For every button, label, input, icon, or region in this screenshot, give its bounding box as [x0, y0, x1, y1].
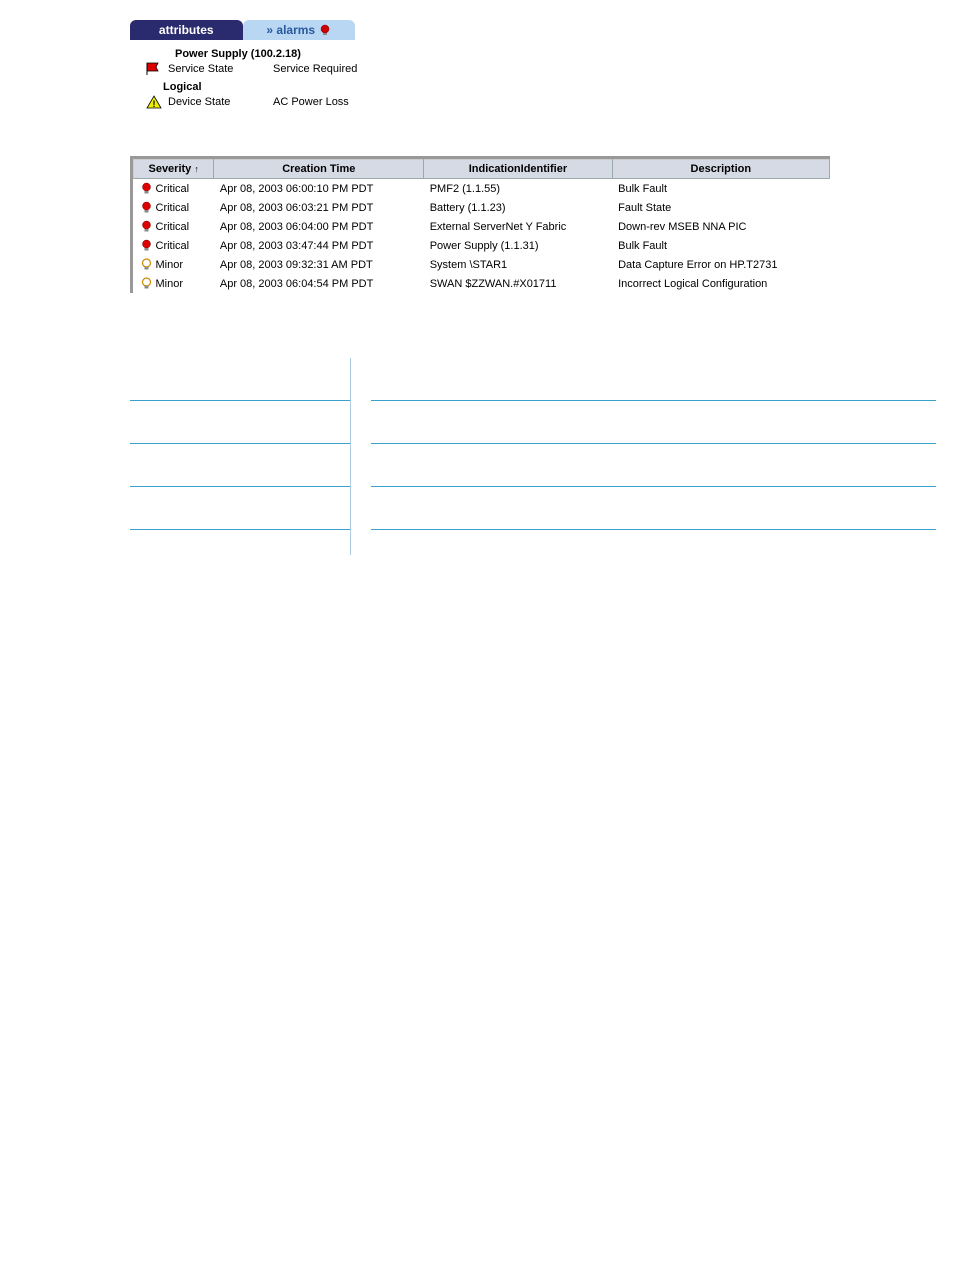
col-severity[interactable]: Severity ↑ [134, 160, 214, 179]
alarm-row[interactable]: Critical Apr 08, 2003 06:04:00 PM PDTExte… [134, 217, 830, 236]
indication-id-cell: PMF2 (1.1.55) [424, 179, 612, 199]
severity-icon [140, 201, 153, 214]
device-state-label: Device State [168, 96, 273, 108]
severity-text: Critical [156, 240, 190, 252]
severity-text: Minor [156, 259, 184, 271]
description-cell: Bulk Fault [612, 236, 829, 255]
severity-icon [140, 220, 153, 233]
warning-icon: ! [145, 95, 163, 109]
svg-text:!: ! [153, 99, 156, 109]
tab-attributes[interactable]: attributes [130, 20, 243, 40]
indication-id-cell: System \STAR1 [424, 255, 612, 274]
creation-time-cell: Apr 08, 2003 06:04:54 PM PDT [214, 274, 424, 293]
creation-time-cell: Apr 08, 2003 06:04:00 PM PDT [214, 217, 424, 236]
creation-time-cell: Apr 08, 2003 06:00:10 PM PDT [214, 179, 424, 199]
tabs-bar: attributes » alarms [130, 20, 355, 40]
tab-alarms-label: » alarms [266, 23, 315, 37]
indication-id-cell: Battery (1.1.23) [424, 198, 612, 217]
creation-time-cell: Apr 08, 2003 09:32:31 AM PDT [214, 255, 424, 274]
severity-icon [140, 239, 153, 252]
service-state-label: Service State [168, 63, 273, 75]
bell-icon [319, 24, 331, 36]
severity-text: Critical [156, 221, 190, 233]
creation-time-cell: Apr 08, 2003 03:47:44 PM PDT [214, 236, 424, 255]
description-cell: Incorrect Logical Configuration [612, 274, 829, 293]
flag-critical-icon [145, 62, 163, 76]
attributes-panel: Power Supply (100.2.18) Service State Se… [145, 40, 405, 111]
service-state-value: Service Required [273, 63, 357, 75]
indication-id-cell: SWAN $ZZWAN.#X01711 [424, 274, 612, 293]
alarm-row[interactable]: Critical Apr 08, 2003 06:03:21 PM PDTBatt… [134, 198, 830, 217]
severity-text: Critical [156, 183, 190, 195]
severity-icon [140, 277, 153, 290]
attr-title: Power Supply (100.2.18) [175, 48, 405, 60]
severity-icon [140, 258, 153, 271]
indication-id-cell: External ServerNet Y Fabric [424, 217, 612, 236]
alarm-table-header-row: Severity ↑ Creation Time IndicationIdent… [134, 160, 830, 179]
alarm-row[interactable]: Critical Apr 08, 2003 06:00:10 PM PDTPMF2… [134, 179, 830, 199]
logical-label: Logical [163, 81, 405, 93]
alarm-table-container: Severity ↑ Creation Time IndicationIdent… [130, 156, 830, 293]
description-cell: Bulk Fault [612, 179, 829, 199]
severity-text: Critical [156, 202, 190, 214]
alarm-row[interactable]: Minor Apr 08, 2003 09:32:31 AM PDTSystem … [134, 255, 830, 274]
description-cell: Down-rev MSEB NNA PIC [612, 217, 829, 236]
alarm-table: Severity ↑ Creation Time IndicationIdent… [133, 159, 830, 293]
device-state-value: AC Power Loss [273, 96, 349, 108]
alarm-row[interactable]: Minor Apr 08, 2003 06:04:54 PM PDTSWAN $Z… [134, 274, 830, 293]
alarm-row[interactable]: Critical Apr 08, 2003 03:47:44 PM PDTPowe… [134, 236, 830, 255]
indication-id-cell: Power Supply (1.1.31) [424, 236, 612, 255]
col-creation-time[interactable]: Creation Time [214, 160, 424, 179]
col-indication-identifier[interactable]: IndicationIdentifier [424, 160, 612, 179]
col-description[interactable]: Description [612, 160, 829, 179]
col-severity-label: Severity [148, 163, 191, 175]
divider-section [130, 358, 936, 555]
severity-icon [140, 182, 153, 195]
description-cell: Fault State [612, 198, 829, 217]
description-cell: Data Capture Error on HP.T2731 [612, 255, 829, 274]
tab-alarms[interactable]: » alarms [243, 20, 356, 40]
sort-arrow-icon: ↑ [194, 164, 199, 174]
creation-time-cell: Apr 08, 2003 06:03:21 PM PDT [214, 198, 424, 217]
severity-text: Minor [156, 278, 184, 290]
